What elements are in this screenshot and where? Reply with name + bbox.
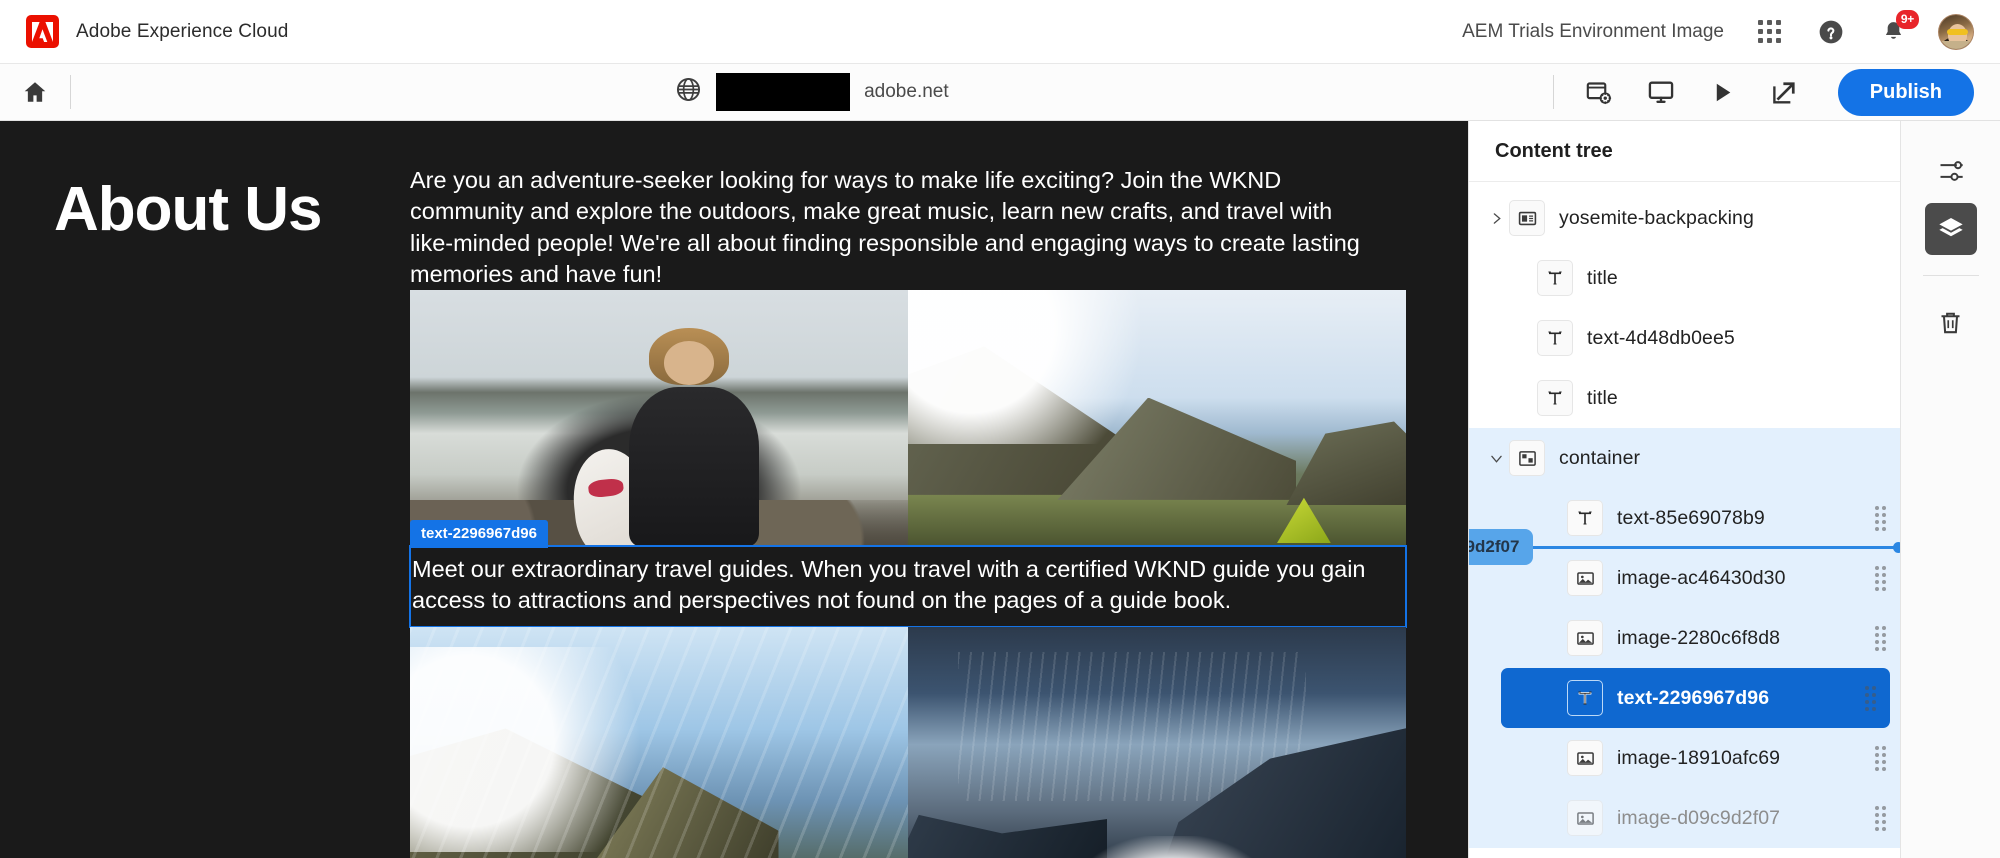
tree-node[interactable]: text-85e69078b9 [1469,488,1900,548]
desktop-monitor-icon[interactable] [1630,69,1692,115]
bell-icon[interactable]: 9+ [1876,9,1919,49]
drag-handle-icon[interactable] [1865,685,1876,711]
hero-section: About Us Are you an adventure-seeker loo… [0,121,1468,290]
content-tree-list[interactable]: yosemite-backpacking title text-4d48db0ee5… [1469,182,1900,858]
shell-right-actions: AEM Trials Environment Image 9+ [1462,9,2000,50]
properties-sliders-icon[interactable] [1925,145,1977,197]
tree-node-label: text-85e69078b9 [1617,506,1765,529]
rail-divider [1922,275,1979,276]
open-in-new-tab-icon[interactable] [1754,69,1816,115]
chevron-right-icon[interactable] [1483,212,1509,225]
page-title: About Us [54,175,323,244]
image-icon [1567,620,1603,656]
component-badge: text-2296967d96 [410,520,548,548]
text-icon [1537,320,1573,356]
text-icon [1567,680,1603,716]
image-ac46430d30[interactable] [410,290,908,546]
globe-icon [675,76,702,108]
tree-node-label: title [1587,266,1618,289]
home-icon[interactable] [0,64,70,121]
image-18910afc69[interactable] [410,626,908,858]
text-icon [1537,260,1573,296]
selected-text-content[interactable]: Meet our extraordinary travel guides. Wh… [409,545,1407,628]
content-tree-title: Content tree [1495,139,1613,162]
tree-node-label: text-4d48db0ee5 [1587,326,1735,349]
image-grid-bottom [410,626,1406,858]
image-icon [1567,560,1603,596]
text-icon [1537,380,1573,416]
tree-node-label: image-d09c9d2f07 [1617,806,1781,829]
tree-node[interactable]: text-2296967d96 [1501,668,1890,728]
tree-node[interactable]: container [1469,428,1900,488]
drag-handle-icon[interactable] [1875,625,1886,651]
adobe-logo-icon [26,15,59,48]
publish-button[interactable]: Publish [1837,68,1974,116]
help-circle-icon[interactable] [1814,15,1848,49]
tree-node[interactable]: image-2280c6f8d8 [1469,608,1900,668]
universal-editor-app: Adobe Experience Cloud AEM Trials Enviro… [0,0,2000,858]
app-shell-header: Adobe Experience Cloud AEM Trials Enviro… [0,0,2000,64]
redacted-host-segment [716,73,851,111]
right-rail [1900,121,2000,858]
play-triangle-icon[interactable] [1692,69,1754,115]
layers-icon[interactable] [1924,203,1977,255]
tree-node[interactable]: title [1469,368,1900,428]
selected-text-component[interactable]: text-2296967d96 Meet our extraordinary t… [409,520,1407,628]
drag-ghost-label: image-d09c9d2f07 [1469,529,1534,565]
page-properties-icon[interactable] [1568,69,1630,115]
avatar[interactable] [1938,13,1974,50]
shell-brand[interactable]: Adobe Experience Cloud [0,15,288,48]
image-grid-top [410,290,1406,546]
tree-node-label: image-18910afc69 [1617,746,1781,769]
drag-handle-icon[interactable] [1875,565,1886,591]
drag-handle-icon[interactable] [1875,505,1886,531]
tree-node-label: image-2280c6f8d8 [1617,626,1781,649]
image-icon [1567,800,1603,836]
trash-icon[interactable] [1925,296,1977,348]
notification-badge: 9+ [1895,9,1919,29]
app-grid-icon[interactable] [1752,15,1786,49]
tree-node[interactable]: title [1469,248,1900,308]
content-tree-panel: Content tree yosemite-backpacking title te… [1468,121,1900,858]
drag-handle-icon[interactable] [1875,745,1886,771]
toolbar-divider-right [1552,75,1554,109]
tree-group-highlight: container text-85e69078b9 image-ac46430d30… [1469,428,1900,848]
tree-node[interactable]: yosemite-backpacking [1469,188,1900,248]
image-2280c6f8d8[interactable] [908,290,1406,546]
tree-node-label: text-2296967d96 [1617,686,1770,709]
page-url-field[interactable]: adobe.net [71,64,1553,121]
tree-node-label: title [1587,386,1618,409]
container-icon [1509,440,1545,476]
url-suffix: adobe.net [864,81,949,102]
image-icon [1567,740,1603,776]
text-icon [1567,500,1603,536]
drag-handle-icon[interactable] [1875,805,1886,831]
tree-node[interactable]: text-4d48db0ee5 [1469,308,1900,368]
chevron-down-icon[interactable] [1483,452,1509,465]
hero-body-text[interactable]: Are you an adventure-seeker looking for … [410,121,1410,290]
brand-title: Adobe Experience Cloud [76,20,289,42]
tree-node[interactable]: image-18910afc69 [1469,728,1900,788]
content-tree-header: Content tree [1469,121,1900,182]
page-preview-canvas[interactable]: About Us Are you an adventure-seeker loo… [0,121,1468,858]
editor-toolbar: adobe.net Publish [0,64,2000,121]
environment-label: AEM Trials Environment Image [1462,20,1724,42]
tree-node-label: yosemite-backpacking [1559,206,1754,229]
tree-node-label: container [1559,446,1641,469]
image-d09c9d2f07[interactable] [908,626,1406,858]
drop-insertion-line [1469,542,1900,553]
toolbar-actions: Publish [1552,64,2000,121]
tree-node[interactable]: image-ac46430d30 [1469,548,1900,608]
tree-node[interactable]: image-d09c9d2f07 [1469,788,1900,848]
tree-node-label: image-ac46430d30 [1617,566,1786,589]
page-icon [1509,200,1545,236]
